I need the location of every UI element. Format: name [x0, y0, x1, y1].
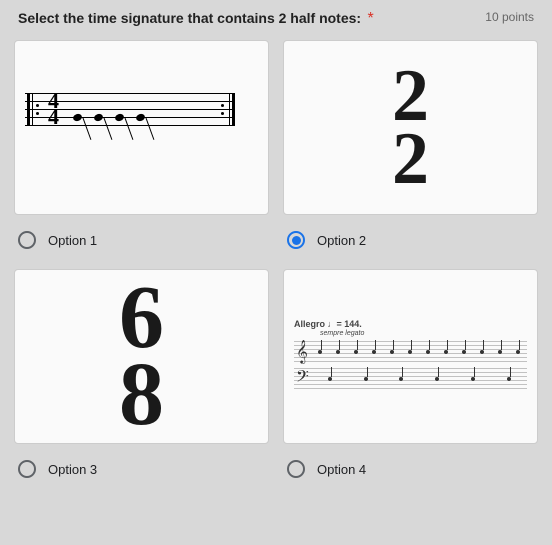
radio-icon	[18, 460, 36, 478]
treble-staff-icon: 𝄞	[294, 341, 527, 363]
sheet-expression: sempre legato	[294, 330, 527, 337]
required-marker: *	[368, 10, 374, 27]
repeat-end-icon	[229, 93, 235, 126]
option-2-image: 2 2	[283, 40, 538, 215]
time-sig-68: 6 8	[119, 280, 164, 433]
radio-icon	[18, 231, 36, 249]
repeat-start-icon	[27, 93, 33, 126]
option-4[interactable]: Allegro ♩= 144. sempre legato 𝄞 𝄢 Option…	[283, 269, 538, 488]
question-label: Select the time signature that contains …	[18, 10, 361, 26]
points-label: 10 points	[485, 10, 534, 24]
question-text: Select the time signature that contains …	[18, 10, 374, 28]
option-2-radio-row[interactable]: Option 2	[283, 215, 538, 259]
option-2-label: Option 2	[317, 233, 366, 248]
time-sig-44: 4 4	[48, 93, 59, 126]
sheet-tempo: Allegro ♩= 144.	[294, 319, 527, 329]
option-1-radio-row[interactable]: Option 1	[14, 215, 269, 259]
option-4-image: Allegro ♩= 144. sempre legato 𝄞 𝄢	[283, 269, 538, 444]
quarter-notes-icon	[73, 114, 145, 121]
option-4-label: Option 4	[317, 462, 366, 477]
option-3-radio-row[interactable]: Option 3	[14, 444, 269, 488]
radio-selected-icon	[287, 231, 305, 249]
options-grid: 4 4 Option 1	[10, 40, 542, 488]
option-3-image: 6 8	[14, 269, 269, 444]
bass-staff-icon: 𝄢	[294, 368, 527, 390]
radio-icon	[287, 460, 305, 478]
option-1-label: Option 1	[48, 233, 97, 248]
option-3[interactable]: 6 8 Option 3	[14, 269, 269, 488]
option-3-label: Option 3	[48, 462, 97, 477]
option-2[interactable]: 2 2 Option 2	[283, 40, 538, 259]
option-1-image: 4 4	[14, 40, 269, 215]
option-4-radio-row[interactable]: Option 4	[283, 444, 538, 488]
option-1[interactable]: 4 4 Option 1	[14, 40, 269, 259]
time-sig-22: 2 2	[392, 65, 429, 191]
question-header: Select the time signature that contains …	[10, 10, 542, 40]
